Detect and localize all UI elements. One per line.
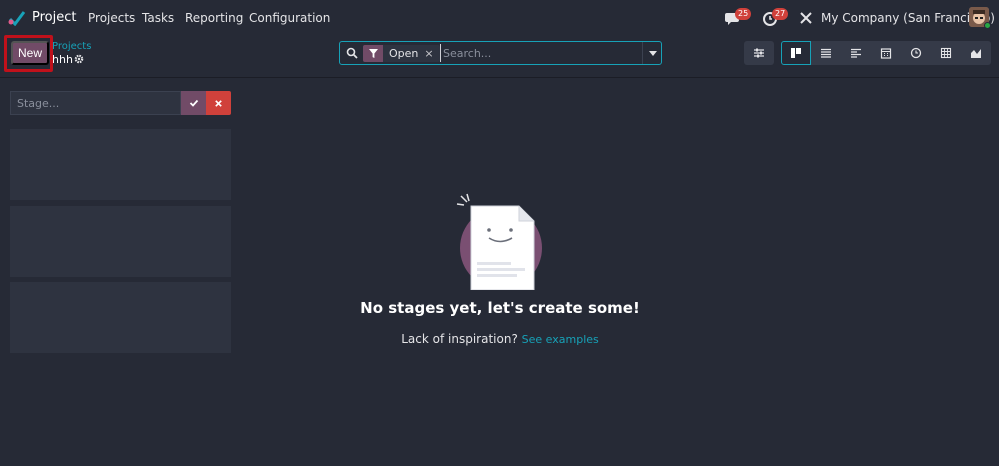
facet-label: Open — [389, 47, 419, 60]
gantt-icon — [851, 48, 861, 58]
filter-facet: Open × — [363, 45, 440, 62]
view-activity-button[interactable] — [901, 41, 931, 65]
menu-projects[interactable]: Projects — [88, 11, 135, 25]
view-pivot-button[interactable] — [931, 41, 961, 65]
view-kanban-button[interactable] — [781, 41, 811, 65]
search-options-toggle[interactable] — [642, 42, 662, 64]
tools-icon[interactable] — [798, 10, 814, 26]
cancel-stage-button[interactable] — [206, 91, 231, 115]
view-gantt-button[interactable] — [841, 41, 871, 65]
ghost-stage-placeholder — [10, 206, 231, 277]
helper-subtitle-text: Lack of inspiration? — [401, 332, 518, 346]
highlight-box — [4, 35, 53, 72]
activities-badge: 27 — [772, 8, 789, 20]
top-navbar: Project Projects Tasks Reporting Configu… — [0, 0, 999, 37]
helper-subtitle: Lack of inspiration? See examples — [250, 332, 750, 346]
view-graph-button[interactable] — [961, 41, 991, 65]
smiling-document-illustration — [456, 193, 542, 290]
filter-settings-button[interactable] — [744, 41, 774, 65]
menu-tasks[interactable]: Tasks — [142, 11, 174, 25]
control-panel-divider — [0, 77, 999, 78]
facet-remove-icon[interactable]: × — [424, 47, 439, 60]
gear-icon[interactable] — [74, 54, 84, 64]
app-name[interactable]: Project — [32, 10, 76, 25]
calendar-icon — [880, 48, 892, 59]
ghost-stage-placeholder — [10, 282, 231, 353]
breadcrumb-projects[interactable]: Projects — [52, 41, 91, 52]
check-icon — [189, 99, 198, 107]
search-icon[interactable] — [346, 47, 358, 59]
view-list-button[interactable] — [811, 41, 841, 65]
helper-title: No stages yet, let's create some! — [360, 299, 640, 317]
online-status-dot — [984, 22, 991, 29]
kanban-icon — [791, 48, 801, 58]
menu-reporting[interactable]: Reporting — [185, 11, 243, 25]
search-input[interactable] — [440, 44, 636, 62]
see-examples-link[interactable]: See examples — [522, 333, 599, 346]
pivot-table-icon — [940, 47, 952, 59]
sliders-icon — [754, 48, 764, 58]
caret-down-icon — [648, 50, 657, 56]
project-app-icon[interactable] — [8, 10, 26, 26]
filter-funnel-icon — [363, 45, 383, 62]
confirm-stage-button[interactable] — [181, 91, 206, 115]
clock-icon — [910, 47, 922, 59]
area-chart-icon — [971, 49, 981, 58]
menu-configuration[interactable]: Configuration — [249, 11, 330, 25]
list-icon — [821, 48, 831, 58]
search-bar[interactable]: Open × — [339, 41, 662, 65]
stage-name-input[interactable] — [10, 91, 181, 115]
ghost-stage-placeholder — [10, 129, 231, 200]
messages-badge: 25 — [735, 8, 752, 20]
close-icon — [215, 99, 222, 107]
record-name: hhh — [52, 53, 73, 66]
view-calendar-button[interactable] — [871, 41, 901, 65]
